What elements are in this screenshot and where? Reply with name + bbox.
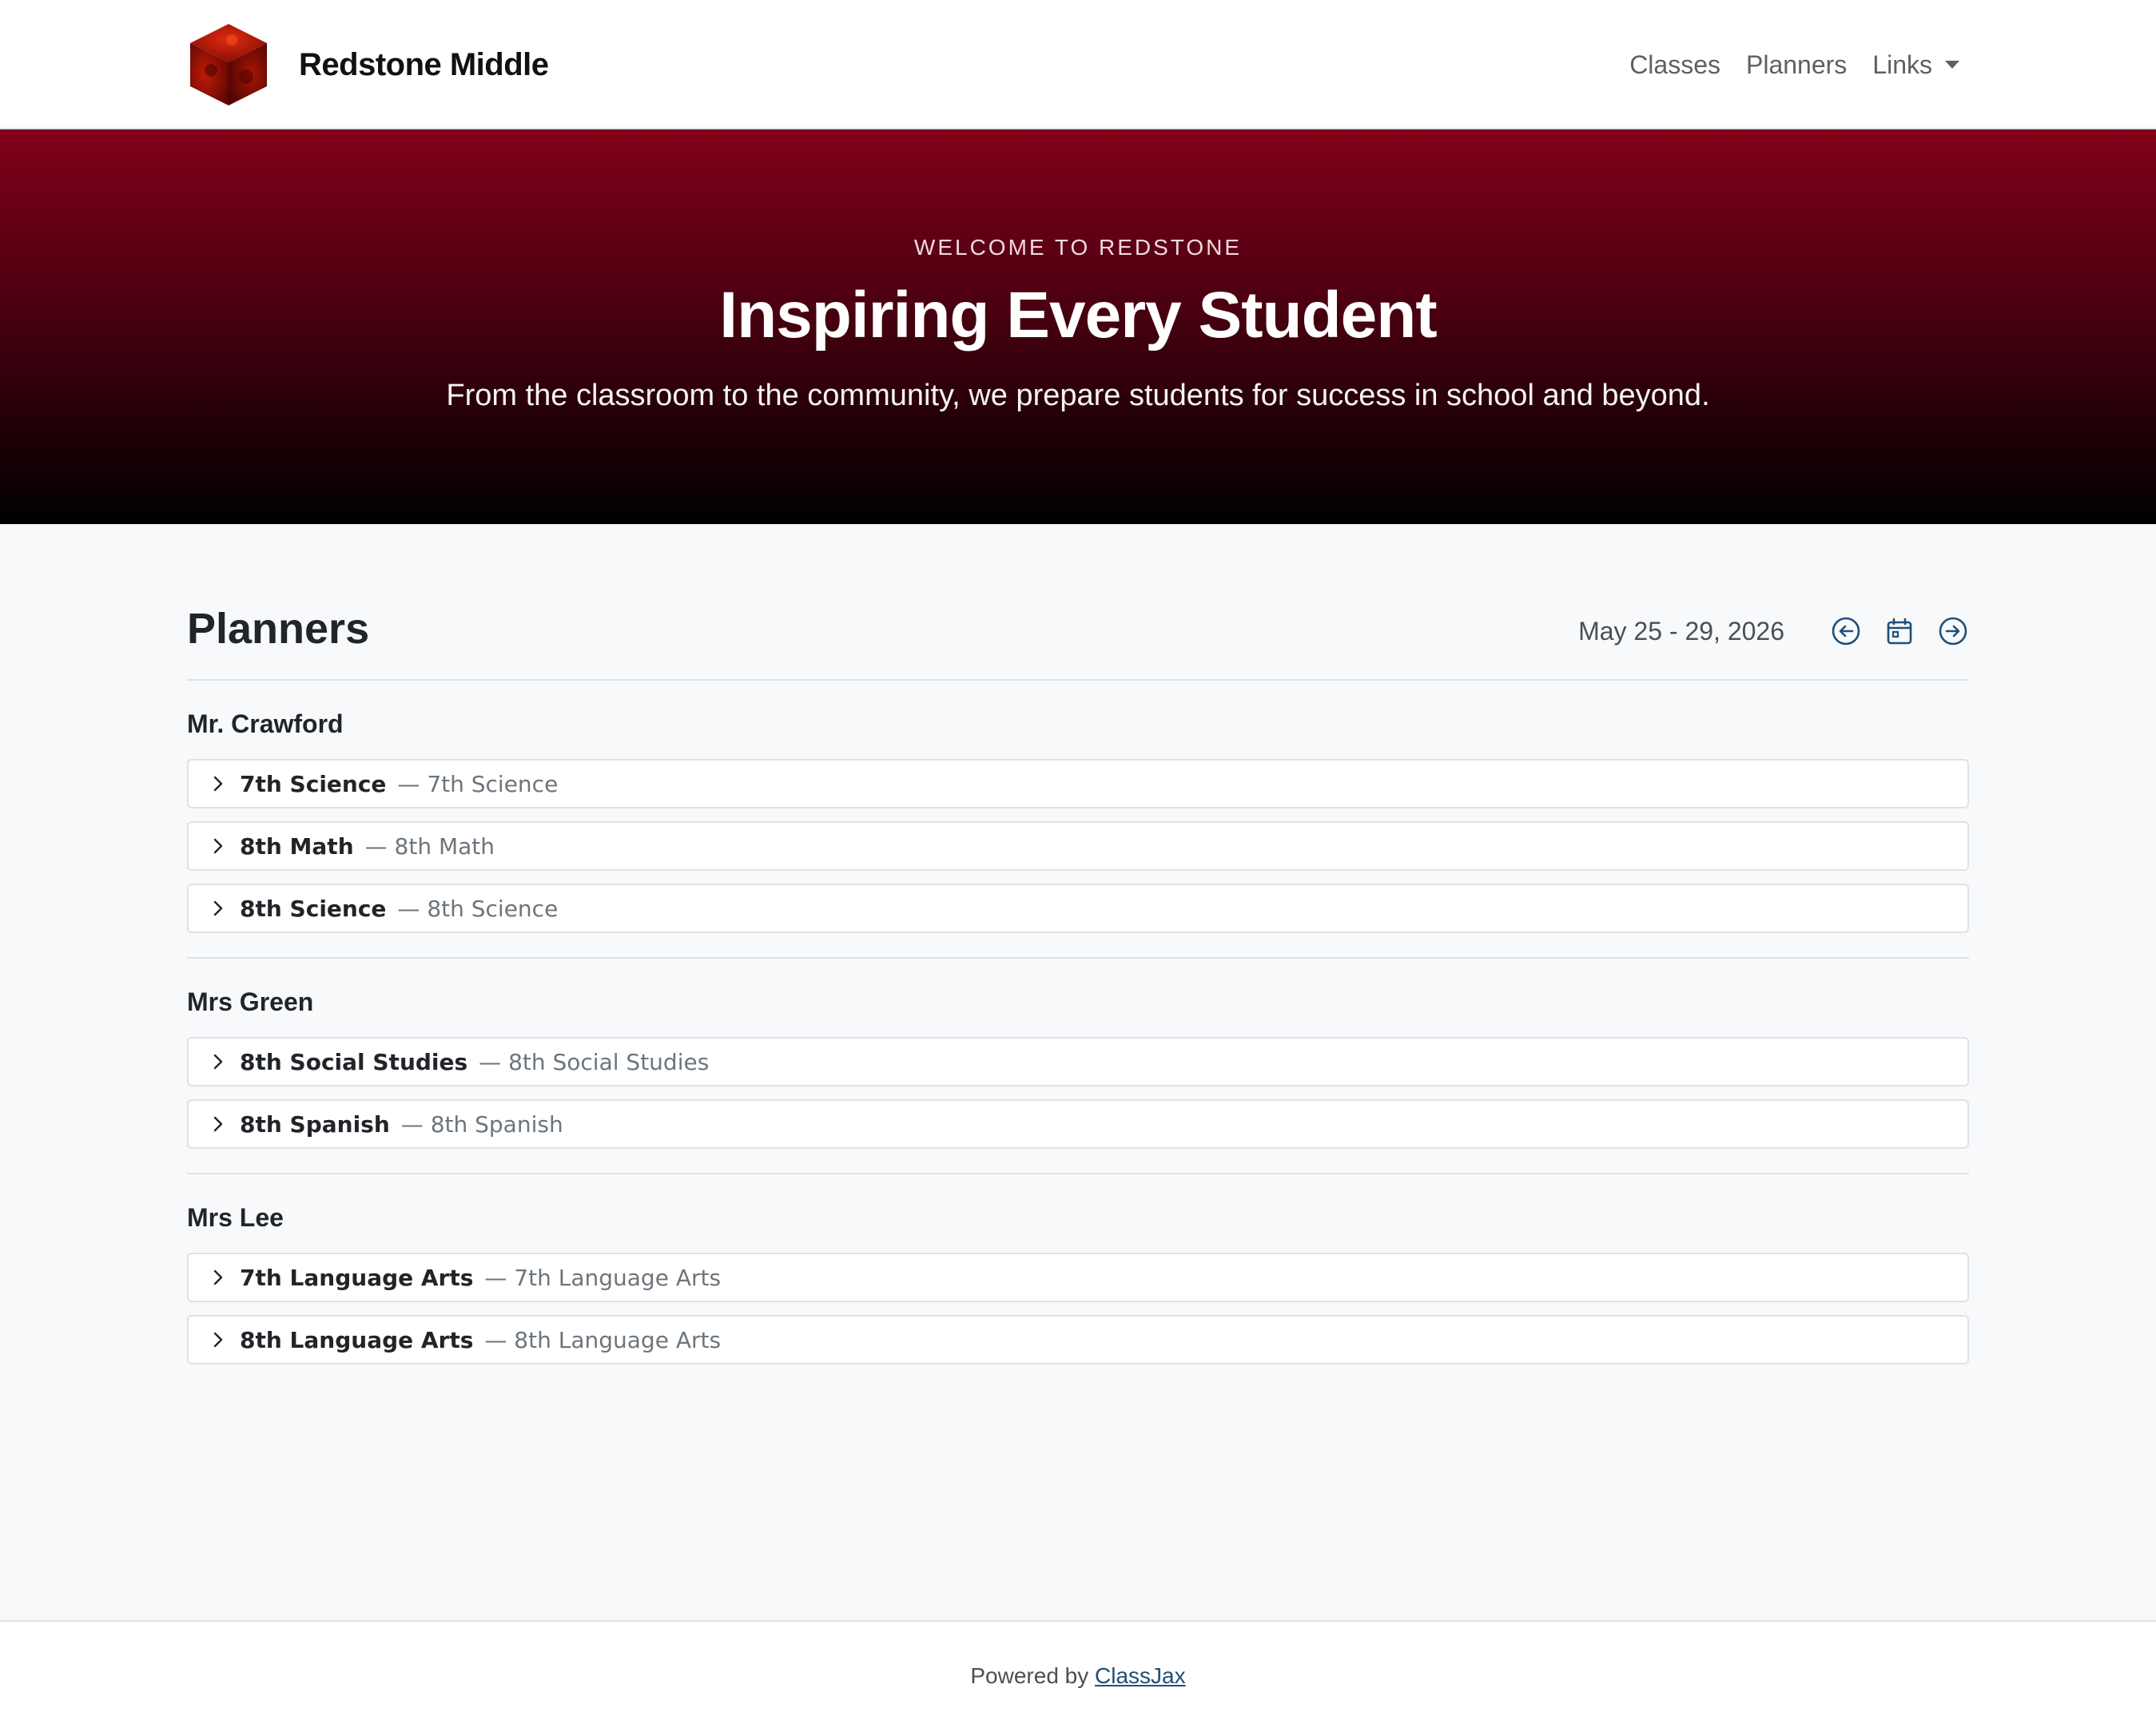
class-subtitle: — 7th Language Arts (484, 1264, 722, 1291)
class-title: 7th Science (240, 770, 387, 797)
class-row[interactable]: 7th Science — 7th Science (187, 759, 1969, 808)
brand[interactable]: Redstone Middle (187, 19, 549, 110)
class-subtitle: — 8th Spanish (400, 1110, 563, 1138)
next-week-button[interactable] (1937, 615, 1969, 647)
nav-links-label: Links (1872, 50, 1932, 79)
hero-banner: WELCOME TO REDSTONE Inspiring Every Stud… (0, 129, 2156, 524)
teacher-heading: Mr. Crawford (187, 709, 344, 738)
class-title: 7th Language Arts (240, 1264, 474, 1291)
footer-prefix: Powered by (970, 1663, 1089, 1688)
hero-eyebrow: WELCOME TO REDSTONE (913, 235, 1243, 260)
nav-classes[interactable]: Classes (1629, 50, 1720, 80)
class-row[interactable]: 8th Language Arts — 8th Language Arts (187, 1315, 1969, 1365)
hero-subtitle: From the classroom to the community, we … (446, 379, 1710, 412)
class-subtitle: — 8th Social Studies (479, 1048, 710, 1075)
arrow-right-circle-icon (1939, 617, 1967, 646)
class-subtitle: — 8th Language Arts (484, 1326, 722, 1353)
chevron-right-icon (213, 1269, 223, 1285)
nav-links: Classes Planners Links (1604, 0, 1959, 129)
class-title: 8th Science (240, 895, 387, 922)
teacher-heading: Mrs Green (187, 987, 314, 1016)
class-title: 8th Math (240, 832, 354, 860)
class-row[interactable]: 8th Social Studies — 8th Social Studies (187, 1037, 1969, 1086)
calendar-icon (1887, 618, 1912, 645)
class-row[interactable]: 8th Spanish — 8th Spanish (187, 1099, 1969, 1149)
class-title: 8th Language Arts (240, 1326, 474, 1353)
class-row[interactable]: 8th Science — 8th Science (187, 884, 1969, 933)
planners-header: Planners May 25 - 29, 2026 (187, 524, 1969, 681)
page-title: Planners (187, 605, 370, 653)
class-subtitle: — 8th Science (397, 895, 559, 922)
hero-title: Inspiring Every Student (719, 279, 1437, 352)
chevron-right-icon (213, 1054, 223, 1070)
chevron-right-icon (213, 838, 223, 854)
chevron-right-icon (213, 900, 223, 916)
classjax-link[interactable]: ClassJax (1095, 1663, 1186, 1688)
calendar-button[interactable] (1884, 615, 1915, 647)
class-row[interactable]: 7th Language Arts — 7th Language Arts (187, 1253, 1969, 1302)
caret-down-icon (1945, 61, 1959, 69)
section-divider (187, 1173, 1969, 1174)
brand-name: Redstone Middle (299, 46, 549, 82)
nav-links-dropdown[interactable]: Links (1872, 50, 1959, 80)
chevron-right-icon (213, 1332, 223, 1348)
chevron-right-icon (213, 776, 223, 792)
red-cube-logo (190, 24, 267, 105)
nav-planners[interactable]: Planners (1746, 50, 1847, 80)
footer: Powered by ClassJax (0, 1620, 2156, 1732)
week-range: May 25 - 29, 2026 (1578, 616, 1784, 646)
chevron-right-icon (213, 1116, 223, 1132)
teacher-heading: Mrs Lee (187, 1203, 284, 1232)
navbar: Redstone Middle Classes Planners Links (0, 0, 2156, 129)
class-title: 8th Spanish (240, 1110, 390, 1138)
class-title: 8th Social Studies (240, 1048, 468, 1075)
class-subtitle: — 8th Math (364, 832, 495, 860)
section-divider (187, 957, 1969, 959)
footer-text: Powered by ClassJax (0, 1663, 2156, 1689)
arrow-left-circle-icon (1832, 617, 1860, 646)
prev-week-button[interactable] (1830, 615, 1862, 647)
class-row[interactable]: 8th Math — 8th Math (187, 821, 1969, 871)
class-subtitle: — 7th Science (397, 770, 559, 797)
week-navigator: May 25 - 29, 2026 (1578, 609, 1969, 653)
